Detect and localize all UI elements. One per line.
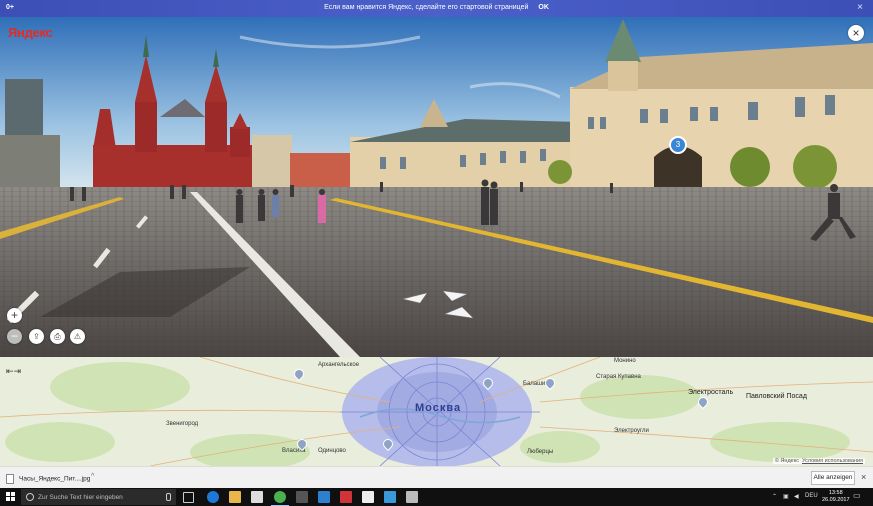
map-label: Звенигород (166, 421, 199, 427)
tray-chevron-icon[interactable]: ⌃ (772, 493, 777, 500)
cortana-icon (26, 493, 34, 501)
copyright-text: © Яндекс (774, 458, 799, 464)
taskbar-search-box[interactable]: Zur Suche Text hier eingeben (21, 489, 176, 505)
file-explorer-icon[interactable] (229, 491, 241, 503)
windows-taskbar: Zur Suche Text hier eingeben ⌃ ▣ ◀ DEU 1… (0, 488, 873, 506)
warning-icon[interactable]: ⚠ (70, 329, 85, 344)
notifications-icon[interactable]: ▭ (853, 491, 861, 500)
nav-arrow-forward-icon[interactable] (442, 290, 468, 302)
map-label: Монино (614, 358, 636, 364)
edge-browser-icon[interactable] (207, 491, 219, 503)
map-label: Электроугли (614, 428, 649, 434)
chrome-browser-icon[interactable] (271, 491, 289, 506)
file-icon (6, 474, 14, 484)
store-icon[interactable] (251, 491, 263, 503)
taskbar-search-placeholder: Zur Suche Text hier eingeben (38, 494, 123, 501)
zoom-in-button[interactable]: + (7, 308, 22, 323)
panorama-scene (0, 17, 873, 357)
clock-date: 26.09.2017 (822, 497, 850, 503)
download-item[interactable]: Часы_Яндекс_Пит....jpg (6, 474, 90, 484)
map-label: Архангельское (318, 362, 360, 368)
map-city-label: Москва (415, 402, 462, 414)
download-file-name: Часы_Яндекс_Пит....jpg (19, 475, 91, 483)
yandex-logo-text: Яндекс (8, 25, 53, 40)
yandex-logo[interactable]: Яндекс (8, 25, 53, 40)
map-label: Старая Купавна (596, 374, 641, 380)
taskbar-clock[interactable]: 13:58 26.09.2017 (822, 490, 850, 504)
map-expand-icon[interactable]: ⇤⇥ (6, 366, 21, 377)
map-copyright: © Яндекс Условия использования (772, 458, 865, 464)
app-icon[interactable] (318, 491, 330, 503)
panorama-marker[interactable]: 3 (669, 136, 687, 154)
download-bar-close-icon[interactable]: × (861, 472, 866, 482)
nav-arrow-right-icon[interactable] (444, 306, 474, 320)
mini-map[interactable]: ⇤⇥ Москва Архангельское Звенигород Одинц… (0, 357, 873, 466)
microphone-icon[interactable] (166, 493, 171, 501)
map-label: Электросталь (688, 389, 734, 396)
language-indicator[interactable]: DEU (805, 493, 818, 499)
windows-start-icon[interactable] (6, 492, 16, 502)
share-icon[interactable]: ⇪ (29, 329, 44, 344)
app-icon[interactable] (384, 491, 396, 503)
clock-time: 13:58 (828, 490, 843, 496)
app-icon[interactable] (296, 491, 308, 503)
print-icon[interactable]: ⎙ (50, 329, 65, 344)
map-label: Люберцы (527, 449, 554, 455)
promo-banner: 0+ Если вам нравится Яндекс, сделайте ег… (0, 0, 873, 17)
task-view-icon[interactable] (183, 492, 194, 503)
panorama-view[interactable]: Яндекс × 3 + − ⇪ ⎙ ⚠ (0, 17, 873, 357)
map-label: Одинцово (318, 448, 346, 454)
zoom-out-button[interactable]: − (7, 329, 22, 344)
show-all-button[interactable]: Alle anzeigen (811, 471, 855, 485)
nav-arrow-left-icon[interactable] (402, 292, 428, 304)
banner-message-row: Если вам нравится Яндекс, сделайте его с… (0, 4, 873, 11)
download-bar: Часы_Яндекс_Пит....jpg ^ Alle anzeigen × (0, 466, 873, 489)
panorama-close-button[interactable]: × (848, 25, 864, 41)
banner-close-icon[interactable]: × (857, 2, 863, 13)
network-icon[interactable]: ▣ (783, 493, 789, 500)
banner-ok-button[interactable]: OK (538, 4, 549, 11)
app-icon[interactable] (340, 491, 352, 503)
map-label: Павловский Посад (746, 393, 807, 400)
terms-link[interactable]: Условия использования (802, 458, 863, 464)
volume-icon[interactable]: ◀ (794, 493, 799, 500)
download-menu-chevron-icon[interactable]: ^ (91, 473, 94, 480)
banner-message: Если вам нравится Яндекс, сделайте его с… (324, 4, 529, 11)
app-icon[interactable] (406, 491, 418, 503)
mail-icon[interactable] (362, 491, 374, 503)
